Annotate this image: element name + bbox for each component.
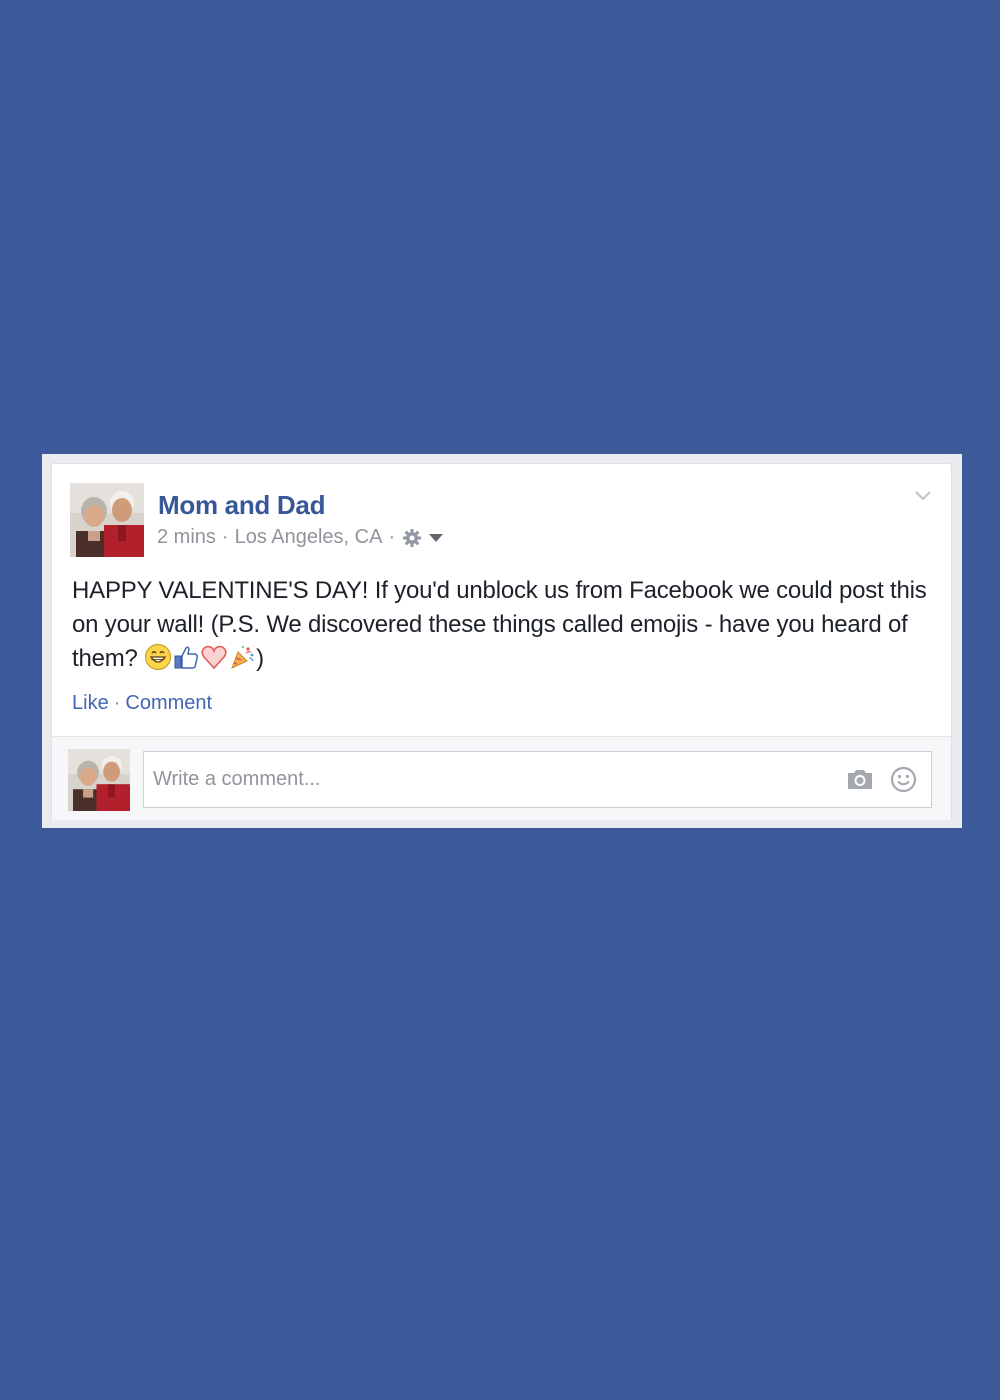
comment-section bbox=[52, 736, 951, 820]
commenter-avatar[interactable] bbox=[68, 749, 130, 811]
author-name[interactable]: Mom and Dad bbox=[158, 490, 325, 521]
post-actions: Like · Comment bbox=[72, 692, 212, 715]
post-location[interactable]: Los Angeles, CA bbox=[235, 526, 383, 549]
caret-down-icon[interactable] bbox=[429, 533, 444, 542]
actions-separator: · bbox=[113, 692, 121, 714]
like-link[interactable]: Like bbox=[72, 692, 109, 714]
comment-input[interactable] bbox=[144, 752, 824, 807]
meta-separator: · bbox=[221, 526, 229, 548]
grinning-face-emoji bbox=[144, 643, 172, 671]
camera-icon[interactable] bbox=[846, 767, 874, 791]
gear-icon[interactable] bbox=[401, 527, 423, 549]
smiley-icon[interactable] bbox=[890, 766, 917, 793]
author-avatar[interactable] bbox=[70, 483, 144, 557]
post-body: HAPPY VALENTINE'S DAY! If you'd unblock … bbox=[72, 574, 937, 676]
party-popper-emoji bbox=[228, 643, 256, 671]
comment-box bbox=[143, 751, 932, 808]
post-screenshot-frame: Mom and Dad 2 mins · Los Angeles, CA · H… bbox=[42, 454, 962, 828]
post-meta: 2 mins · Los Angeles, CA · bbox=[157, 526, 444, 549]
comment-link[interactable]: Comment bbox=[125, 692, 212, 714]
post-text-closing: ) bbox=[256, 645, 264, 672]
thumbs-up-emoji bbox=[172, 643, 200, 671]
heart-emoji bbox=[200, 643, 228, 671]
post-timestamp[interactable]: 2 mins bbox=[157, 526, 216, 549]
meta-separator: · bbox=[388, 526, 396, 548]
post-card: Mom and Dad 2 mins · Los Angeles, CA · H… bbox=[51, 463, 952, 820]
chevron-down-icon[interactable] bbox=[913, 488, 933, 504]
